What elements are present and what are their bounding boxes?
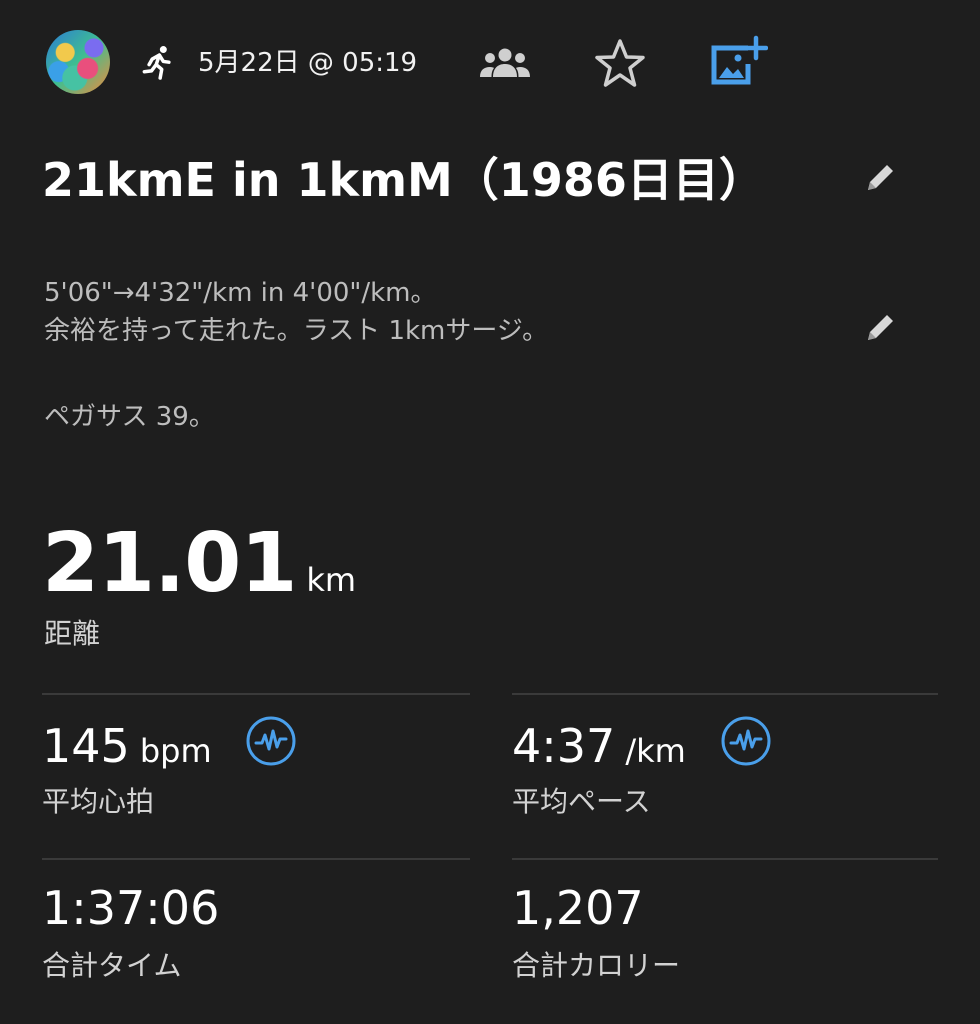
distance-label: 距離 (44, 617, 101, 650)
divider (42, 858, 470, 860)
avg-pace-value: 4:37 (512, 719, 616, 773)
description-spacer (44, 350, 548, 398)
divider (512, 858, 938, 860)
total-time-value: 1:37:06 (42, 881, 220, 935)
total-time-label: 合計タイム (42, 949, 182, 982)
avg-pace-stat: 4:37/km (512, 718, 686, 779)
edit-description-icon[interactable] (860, 308, 900, 348)
description-line: 5'06"→4'32"/km in 4'00"/km。 (44, 278, 437, 308)
activity-description: 5'06"→4'32"/km in 4'00"/km。 余裕を持って走れた。ラス… (44, 274, 548, 436)
edit-title-icon[interactable] (860, 158, 900, 198)
running-icon (142, 46, 171, 80)
total-calories-label: 合計カロリー (512, 949, 681, 982)
avg-hr-stat: 145 bpm (42, 718, 212, 779)
avg-pace-unit: /km (625, 732, 686, 770)
distance-unit: km (306, 561, 357, 599)
pace-chart-icon[interactable] (720, 715, 772, 767)
avg-hr-unit: bpm (139, 732, 212, 770)
description-line: 余裕を持って走れた。ラスト 1kmサージ。 (44, 316, 549, 346)
activity-date-time: 5月22日 @ 05:19 (198, 48, 418, 78)
add-photo-icon[interactable] (708, 34, 768, 88)
divider (512, 693, 938, 695)
avg-hr-label: 平均心拍 (42, 785, 155, 818)
distance-stat: 21.01 km (42, 514, 356, 614)
avatar[interactable] (46, 30, 110, 94)
avg-pace-label: 平均ペース (512, 785, 651, 818)
avg-hr-value: 145 (42, 719, 130, 773)
divider (42, 693, 470, 695)
heart-rate-chart-icon[interactable] (245, 715, 297, 767)
group-icon[interactable] (478, 46, 532, 80)
star-icon[interactable] (592, 38, 648, 90)
description-note: ペガサス 39。 (44, 402, 215, 432)
distance-value: 21.01 (42, 516, 297, 611)
activity-title: 21kmE in 1kmM（1986日目） (42, 153, 765, 207)
total-calories-value: 1,207 (512, 881, 644, 935)
